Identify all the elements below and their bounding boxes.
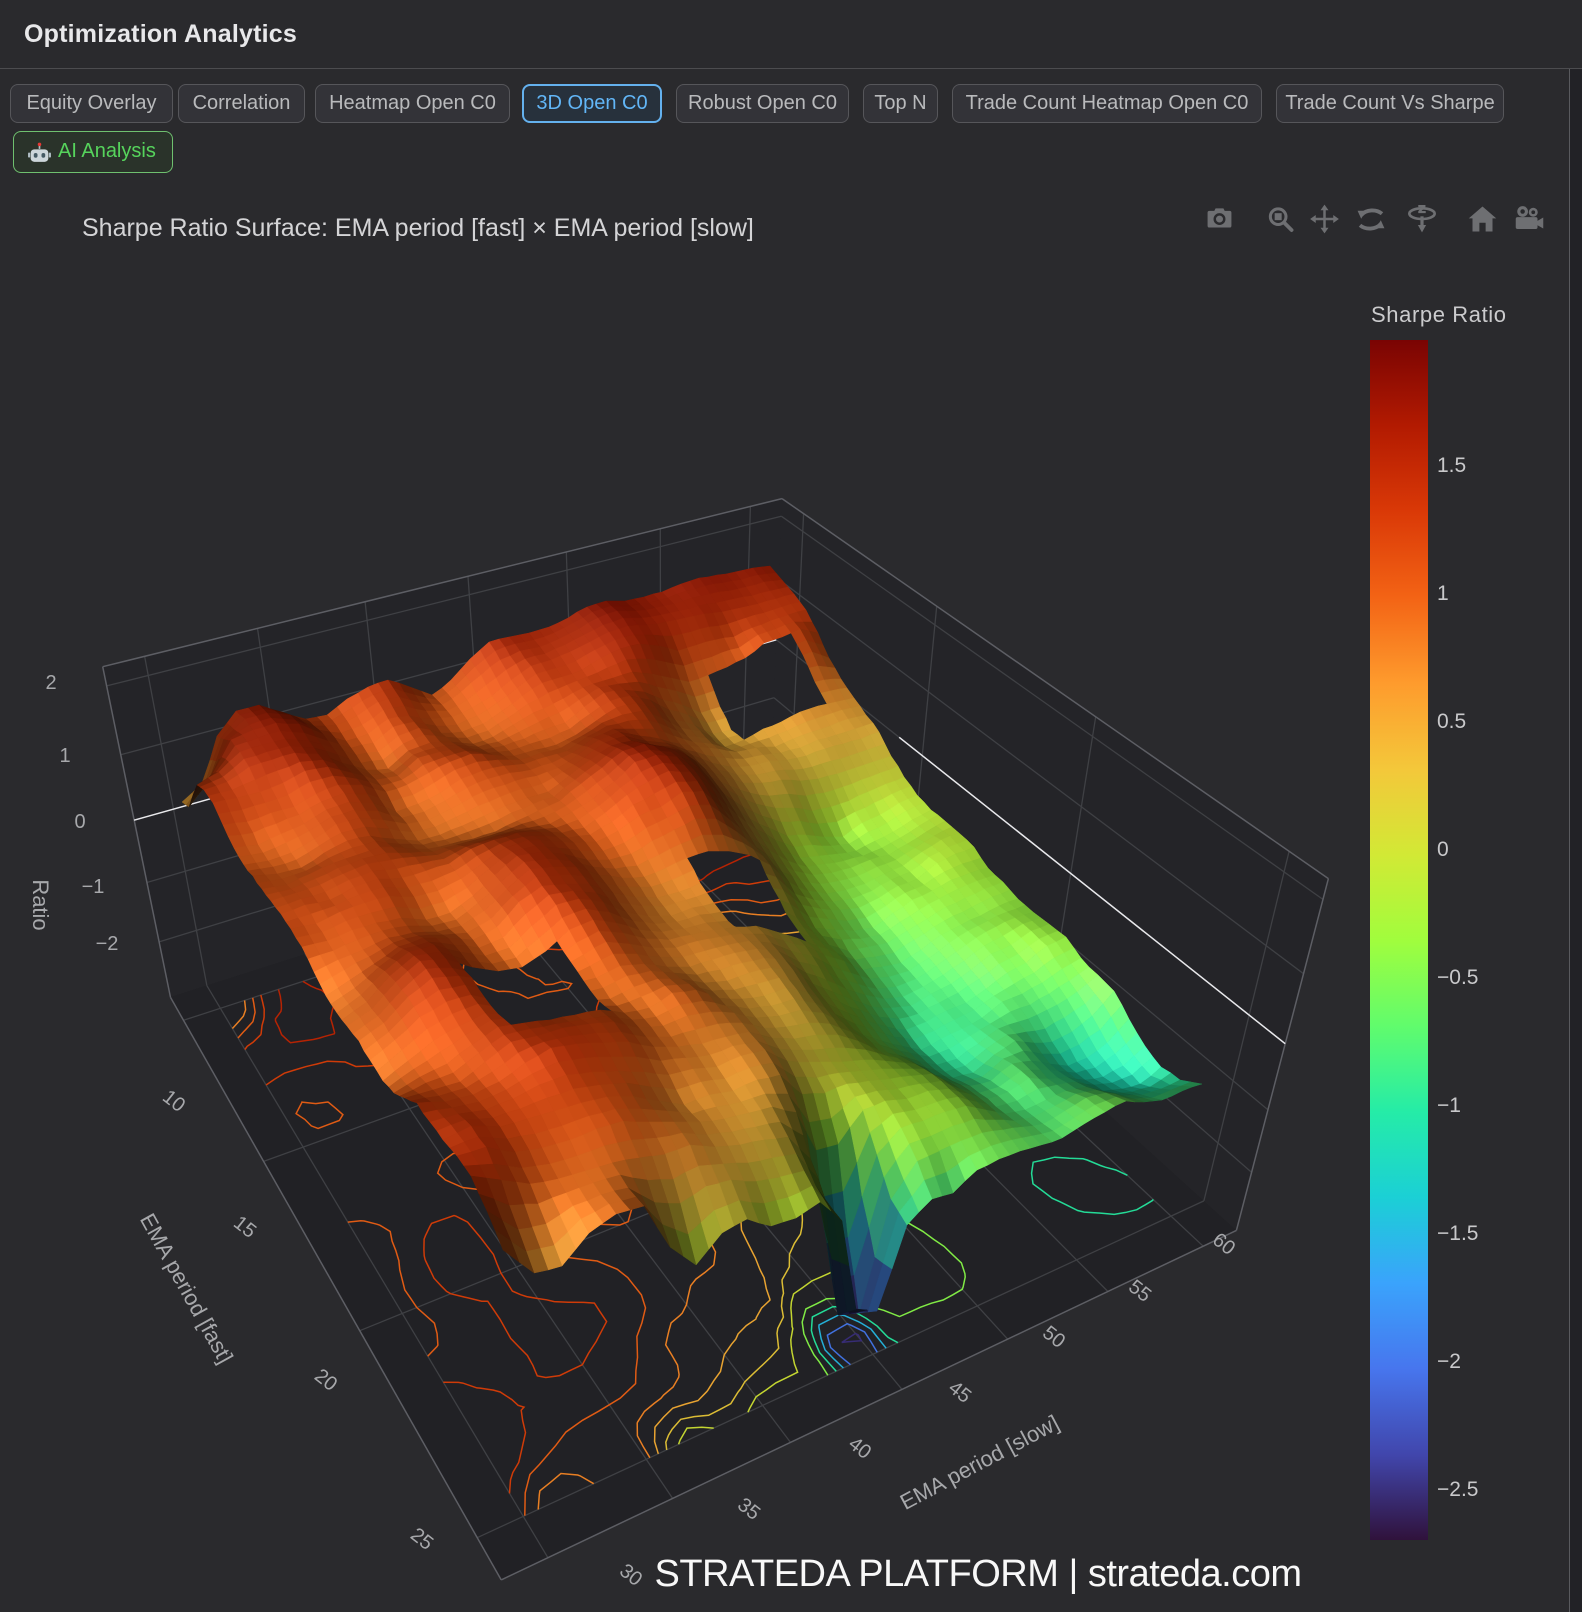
svg-text:45: 45 <box>944 1377 975 1408</box>
svg-text:35: 35 <box>733 1494 764 1525</box>
svg-text:1: 1 <box>59 745 70 767</box>
svg-text:50: 50 <box>1038 1322 1069 1353</box>
svg-text:−1: −1 <box>82 876 105 898</box>
svg-text:15: 15 <box>229 1212 260 1243</box>
svg-text:40: 40 <box>844 1433 875 1464</box>
svg-text:2: 2 <box>45 672 56 694</box>
svg-text:EMA period [slow]: EMA period [slow] <box>896 1410 1063 1515</box>
svg-text:10: 10 <box>158 1086 189 1117</box>
svg-text:−2: −2 <box>96 933 119 955</box>
svg-text:20: 20 <box>310 1365 341 1396</box>
svg-text:Ratio: Ratio <box>28 879 53 930</box>
svg-text:0: 0 <box>74 811 85 833</box>
svg-text:25: 25 <box>406 1524 437 1555</box>
svg-text:EMA period [fast]: EMA period [fast] <box>135 1209 238 1368</box>
